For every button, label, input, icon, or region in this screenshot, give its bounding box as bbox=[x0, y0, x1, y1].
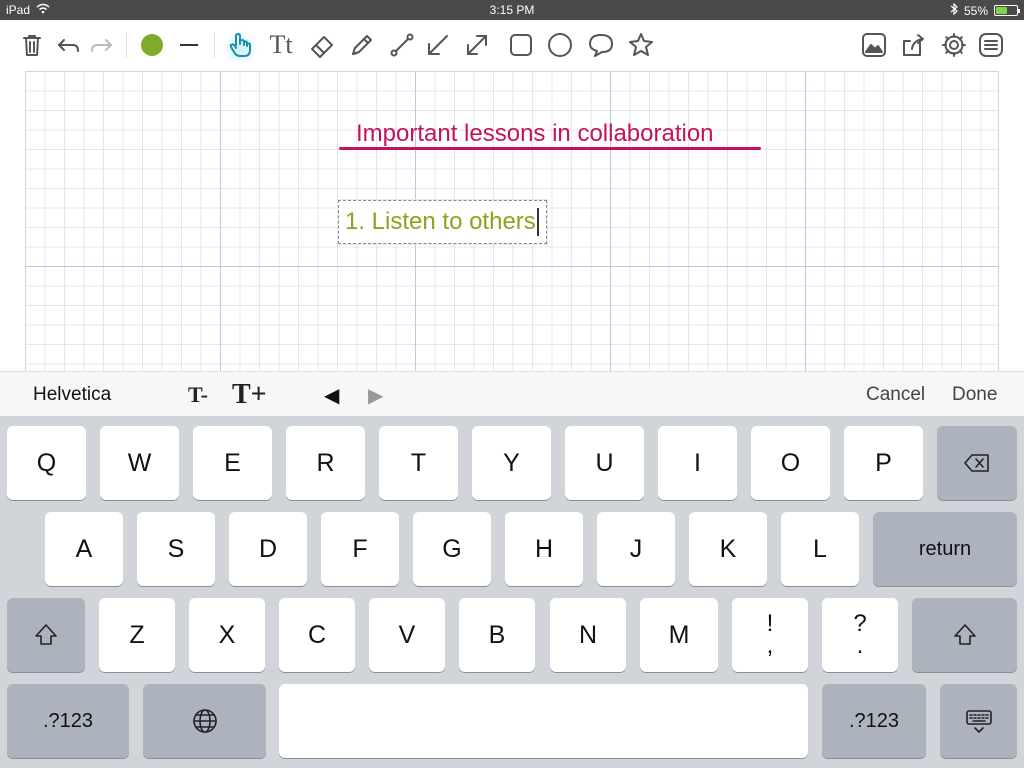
toolbar-divider bbox=[126, 32, 127, 58]
globe-key[interactable] bbox=[143, 684, 266, 758]
key-u[interactable]: U bbox=[565, 426, 644, 500]
status-time: 3:15 PM bbox=[489, 3, 535, 17]
editing-text-box[interactable]: 1. Listen to others bbox=[338, 200, 547, 244]
gear-icon[interactable] bbox=[937, 28, 971, 62]
previous-arrow-button[interactable]: ◀ bbox=[324, 380, 339, 410]
rectangle-icon[interactable] bbox=[504, 28, 538, 62]
key-n[interactable]: N bbox=[550, 598, 626, 672]
toolbar-divider bbox=[214, 32, 215, 58]
battery-percent: 55% bbox=[963, 3, 988, 18]
backspace-icon bbox=[964, 454, 989, 472]
key-l[interactable]: L bbox=[781, 512, 859, 586]
key-i[interactable]: I bbox=[658, 426, 737, 500]
shift-icon bbox=[953, 624, 976, 645]
shift-key-left[interactable] bbox=[7, 598, 85, 672]
next-arrow-button[interactable]: ▶ bbox=[368, 380, 383, 410]
cancel-button[interactable]: Cancel bbox=[866, 380, 925, 410]
battery-icon bbox=[994, 5, 1020, 16]
trash-icon[interactable] bbox=[15, 28, 49, 62]
key-e[interactable]: E bbox=[193, 426, 272, 500]
star-icon[interactable] bbox=[624, 28, 658, 62]
shift-key-right[interactable] bbox=[912, 598, 1017, 672]
key-p[interactable]: P bbox=[844, 426, 923, 500]
key-q[interactable]: Q bbox=[7, 426, 86, 500]
key-w[interactable]: W bbox=[100, 426, 179, 500]
key-z[interactable]: Z bbox=[99, 598, 175, 672]
key-a[interactable]: A bbox=[45, 512, 123, 586]
font-selector[interactable]: Helvetica bbox=[33, 384, 111, 406]
line-icon[interactable] bbox=[385, 28, 419, 62]
key-t[interactable]: T bbox=[379, 426, 458, 500]
key-f[interactable]: F bbox=[321, 512, 399, 586]
decrease-font-size-button[interactable]: T- bbox=[188, 380, 208, 410]
image-icon[interactable] bbox=[857, 28, 891, 62]
text-tool-label: Tt bbox=[269, 30, 293, 59]
key-v[interactable]: V bbox=[369, 598, 445, 672]
editing-text: 1. Listen to others bbox=[345, 208, 536, 235]
eraser-icon[interactable] bbox=[305, 28, 339, 62]
drawing-toolbar: Tt bbox=[0, 20, 1024, 70]
key-exclamation-comma[interactable]: ! , bbox=[732, 598, 808, 672]
hand-pointer-icon[interactable] bbox=[223, 28, 257, 62]
stroke-width-icon bbox=[180, 44, 198, 46]
bluetooth-icon bbox=[950, 2, 958, 18]
arrow-icon[interactable] bbox=[421, 28, 455, 62]
key-x[interactable]: X bbox=[189, 598, 265, 672]
done-button[interactable]: Done bbox=[952, 380, 997, 410]
return-key[interactable]: return bbox=[873, 512, 1017, 586]
pencil-icon[interactable] bbox=[345, 28, 379, 62]
color-swatch bbox=[141, 34, 163, 56]
key-r[interactable]: R bbox=[286, 426, 365, 500]
backspace-key[interactable] bbox=[937, 426, 1017, 500]
onscreen-keyboard: Q W E R T Y U I O P A S D F G H J K L re… bbox=[0, 416, 1024, 768]
status-bar: iPad 3:15 PM 55% bbox=[0, 0, 1024, 20]
key-comma-label: , bbox=[766, 632, 774, 659]
keyboard-dismiss-icon bbox=[965, 710, 992, 733]
speech-bubble-icon[interactable] bbox=[584, 28, 618, 62]
circle-icon[interactable] bbox=[543, 28, 577, 62]
key-period-label: . bbox=[856, 632, 864, 659]
increase-font-size-button[interactable]: T+ bbox=[232, 379, 267, 410]
stroke-width-picker[interactable] bbox=[172, 28, 206, 62]
menu-icon[interactable] bbox=[974, 28, 1008, 62]
drawing-canvas[interactable]: Important lessons in collaboration 1. Li… bbox=[25, 71, 999, 371]
space-key[interactable] bbox=[279, 684, 808, 758]
text-tool-icon[interactable]: Tt bbox=[264, 28, 298, 62]
text-caret bbox=[536, 208, 539, 236]
canvas-title-text[interactable]: Important lessons in collaboration bbox=[356, 120, 714, 148]
color-picker[interactable] bbox=[135, 28, 169, 62]
globe-icon bbox=[192, 709, 217, 733]
key-j[interactable]: J bbox=[597, 512, 675, 586]
numbers-key-left[interactable]: .?123 bbox=[7, 684, 129, 758]
numbers-key-right[interactable]: .?123 bbox=[822, 684, 926, 758]
text-accessory-bar: Helvetica T- T+ ◀ ▶ Cancel Done bbox=[0, 371, 1024, 416]
undo-icon[interactable] bbox=[51, 28, 85, 62]
double-arrow-icon[interactable] bbox=[460, 28, 494, 62]
key-h[interactable]: H bbox=[505, 512, 583, 586]
redo-icon[interactable] bbox=[85, 28, 119, 62]
key-c[interactable]: C bbox=[279, 598, 355, 672]
key-question-period[interactable]: ? . bbox=[822, 598, 898, 672]
key-o[interactable]: O bbox=[751, 426, 830, 500]
key-k[interactable]: K bbox=[689, 512, 767, 586]
shift-icon bbox=[35, 624, 57, 645]
key-g[interactable]: G bbox=[413, 512, 491, 586]
key-s[interactable]: S bbox=[137, 512, 215, 586]
title-underline[interactable] bbox=[339, 147, 761, 150]
battery-fill bbox=[996, 7, 1007, 14]
key-y[interactable]: Y bbox=[472, 426, 551, 500]
key-b[interactable]: B bbox=[459, 598, 535, 672]
share-icon[interactable] bbox=[897, 28, 931, 62]
key-m[interactable]: M bbox=[640, 598, 718, 672]
key-d[interactable]: D bbox=[229, 512, 307, 586]
dismiss-keyboard-key[interactable] bbox=[940, 684, 1017, 758]
